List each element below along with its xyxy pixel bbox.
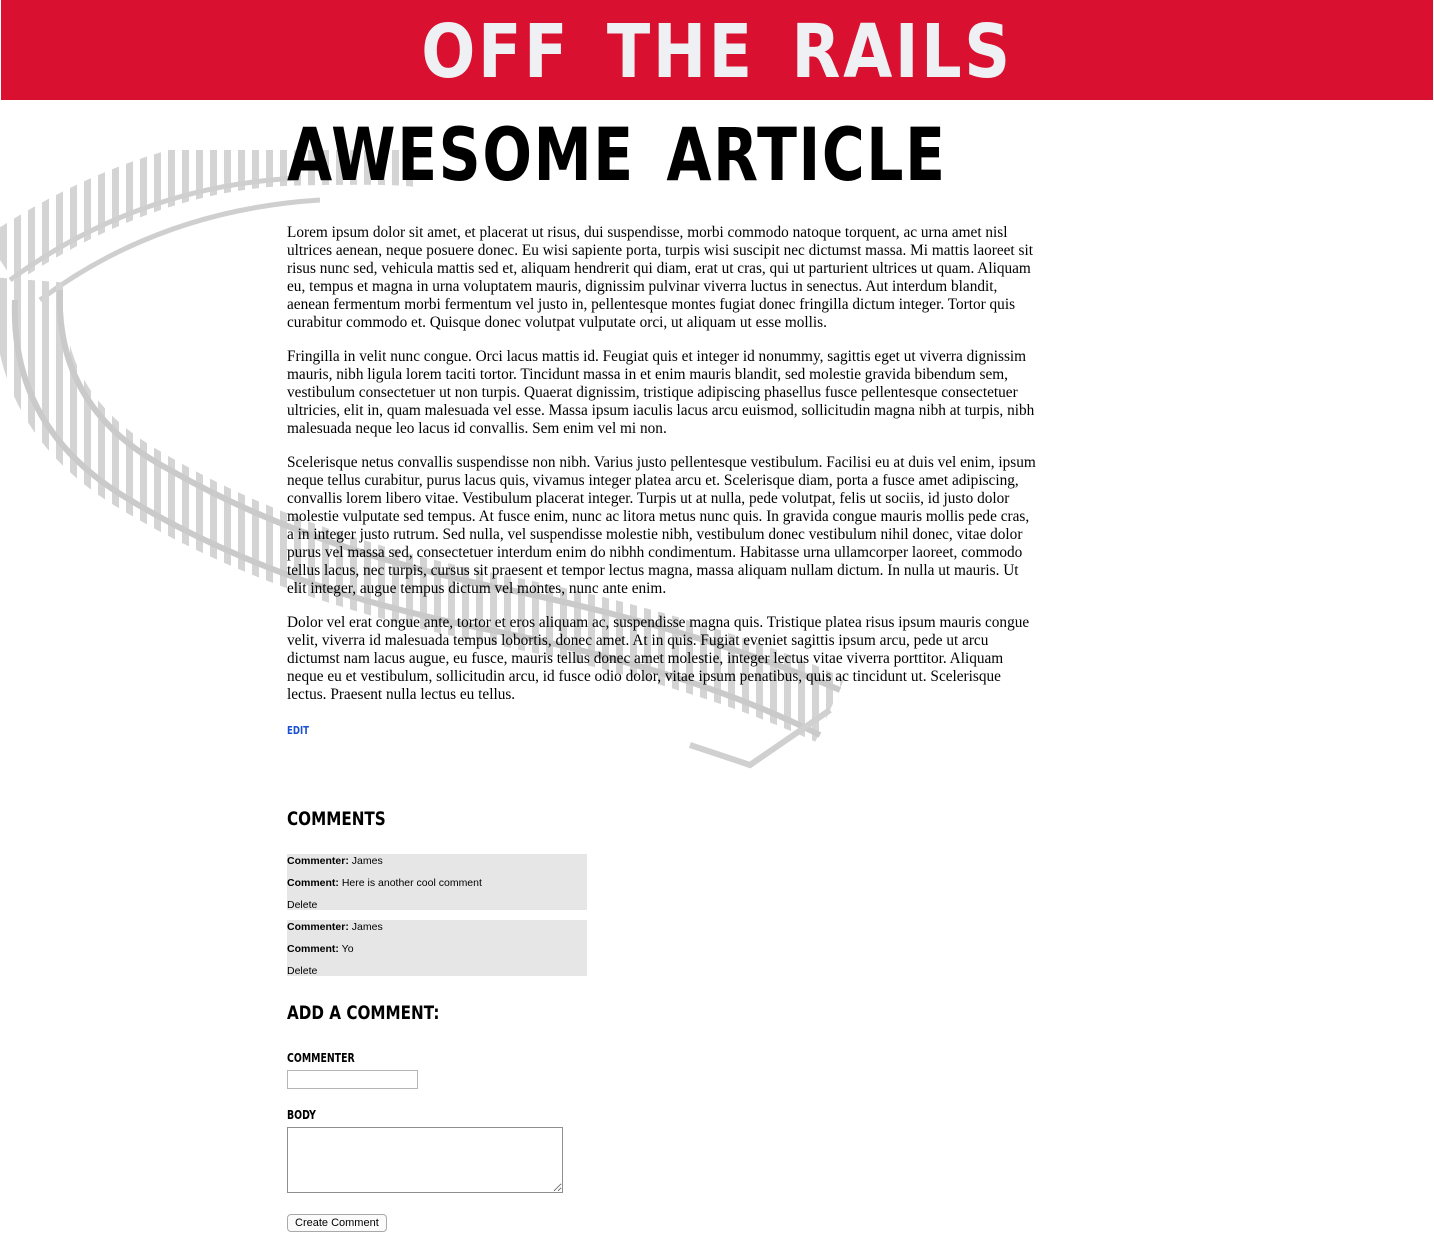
comment-text: Yo [341, 943, 354, 955]
create-comment-button[interactable]: Create Comment [287, 1214, 387, 1232]
comment-body-line: Comment: Yo [287, 942, 354, 956]
add-comment-heading: Add a Comment: [287, 1002, 440, 1024]
comment-commenter-line: Commenter: James [287, 920, 383, 934]
article-title: Awesome Article [287, 113, 947, 198]
article-paragraph: Scelerisque netus convallis suspendisse … [287, 454, 1036, 597]
commenter-name: James [351, 855, 383, 867]
comment-card: Commenter: James Comment: Yo Delete [287, 920, 587, 978]
comment-label: Comment: [287, 943, 339, 955]
site-header: Off the Rails [1, 0, 1433, 100]
delete-comment-link[interactable]: Delete [287, 964, 317, 978]
comment-text: Here is another cool comment [341, 877, 482, 889]
article-paragraph: Lorem ipsum dolor sit amet, et placerat … [287, 224, 1033, 331]
comment-body-line: Comment: Here is another cool comment [287, 876, 482, 890]
delete-comment-link[interactable]: Delete [287, 898, 317, 912]
comment-label: Comment: [287, 877, 339, 889]
comment-card: Commenter: James Comment: Here is anothe… [287, 854, 587, 912]
comment-commenter-line: Commenter: James [287, 854, 383, 868]
edit-article-link[interactable]: Edit [287, 724, 309, 737]
body-textarea[interactable] [287, 1127, 563, 1193]
commenter-label: Commenter: [287, 855, 349, 867]
site-title: Off the Rails [421, 9, 1013, 95]
comments-heading: Comments [287, 808, 386, 830]
commenter-field-label: Commenter [287, 1051, 355, 1065]
article-paragraph: Fringilla in velit nunc congue. Orci lac… [287, 348, 1035, 437]
commenter-name: James [351, 921, 383, 933]
article-paragraph: Dolor vel erat congue ante, tortor et er… [287, 614, 1030, 703]
body-field-label: Body [287, 1108, 316, 1122]
article-body: Lorem ipsum dolor sit amet, et placerat … [287, 224, 1039, 720]
commenter-label: Commenter: [287, 921, 349, 933]
commenter-field[interactable] [287, 1070, 418, 1089]
